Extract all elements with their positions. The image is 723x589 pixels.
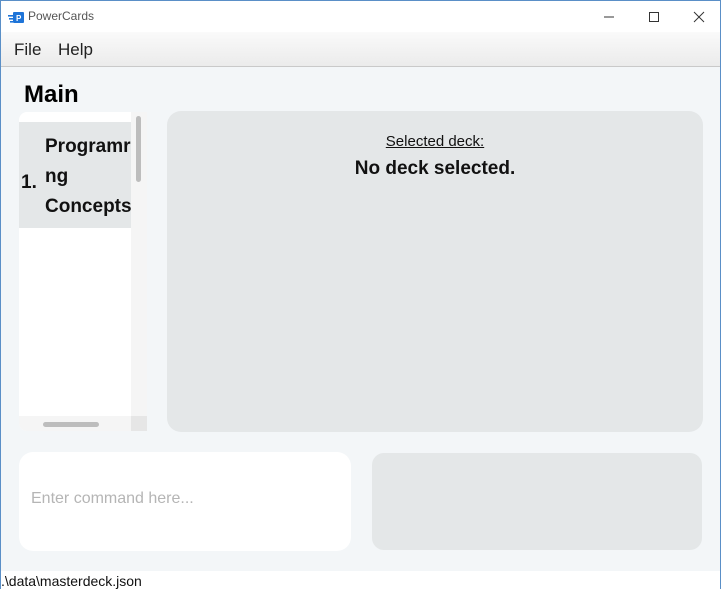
selected-deck-label: Selected deck: [385,133,485,150]
deck-list-item[interactable]: 1. Programr ng Concepts [19,122,132,228]
maximize-button[interactable] [631,1,677,32]
title-bar[interactable]: P PowerCards [1,1,720,32]
save-location-text: .\data\masterdeck.json [1,573,142,589]
status-bar: .\data\masterdeck.json [1,571,720,589]
deck-detail-panel: Selected deck: No deck selected. [167,111,703,432]
menu-bar: File Help [1,32,720,67]
menu-help[interactable]: Help [58,40,93,60]
app-window: P PowerCards File Help Main 1. Programr … [0,0,721,589]
powercards-logo-icon: P [8,12,24,23]
scroll-corner [131,416,147,431]
selected-deck-value: No deck selected. [354,158,516,179]
maximize-icon [649,11,659,22]
command-box[interactable] [19,452,351,551]
deck-name: Programr ng Concepts [45,136,132,217]
page-title: Main [24,81,79,108]
deck-index: 1. [21,172,37,193]
minimize-button[interactable] [586,1,632,32]
vertical-scroll-thumb[interactable] [136,116,141,182]
menu-file[interactable]: File [14,40,41,60]
window-title: PowerCards [28,9,95,23]
horizontal-scroll-thumb[interactable] [43,422,99,427]
close-button[interactable] [676,1,720,32]
command-input[interactable] [31,490,331,508]
minimize-icon [604,16,614,17]
result-display [372,453,702,550]
svg-text:P: P [16,14,22,23]
close-icon [693,11,705,22]
deck-list[interactable]: 1. Programr ng Concepts [19,112,147,431]
